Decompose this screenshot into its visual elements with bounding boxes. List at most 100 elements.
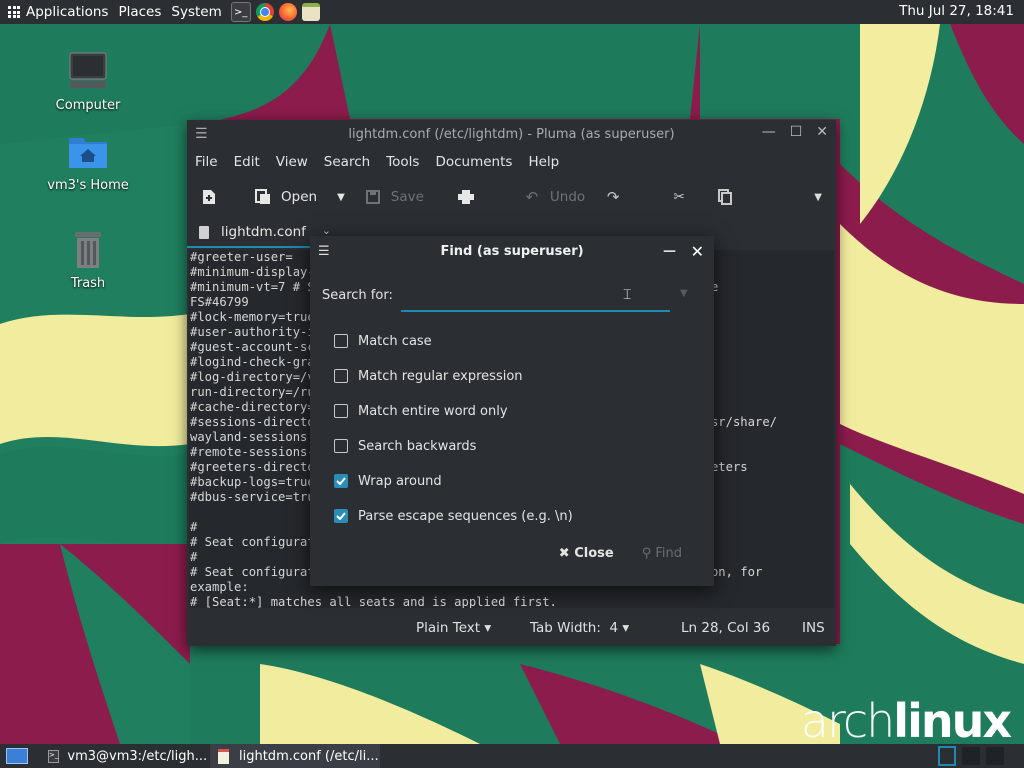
- close-icon[interactable]: ✕: [816, 124, 828, 140]
- close-x-icon: ✖: [558, 546, 570, 561]
- terminal-launcher-icon[interactable]: >_: [230, 2, 251, 22]
- copy-button[interactable]: [717, 189, 743, 205]
- find-button[interactable]: ⚲ Find: [642, 546, 682, 561]
- cut-button[interactable]: ✂: [671, 189, 697, 205]
- option-label: Wrap around: [358, 473, 442, 489]
- menu-search[interactable]: Search: [324, 154, 370, 170]
- workspace-1[interactable]: [938, 744, 956, 768]
- apps-grid-icon[interactable]: [8, 6, 20, 18]
- desktop-icon-computer[interactable]: Computer: [43, 50, 133, 113]
- system-menu[interactable]: System: [171, 4, 221, 20]
- text-editor-icon: [218, 748, 229, 764]
- minimize-icon[interactable]: —: [762, 124, 776, 140]
- cursor-position: Ln 28, Col 36: [681, 620, 771, 636]
- new-document-button[interactable]: [201, 189, 227, 205]
- applications-menu[interactable]: Applications: [26, 4, 108, 20]
- parse-escape-checkbox[interactable]: [334, 509, 348, 523]
- option-label: Match case: [358, 333, 432, 349]
- firefox-launcher-icon[interactable]: [278, 3, 297, 21]
- match-regex-option[interactable]: Match regular expression: [334, 366, 523, 386]
- panel-clock[interactable]: Thu Jul 27, 18:41: [899, 3, 1014, 19]
- parse-escape-option[interactable]: Parse escape sequences (e.g. \n): [334, 506, 573, 526]
- archlinux-logo: archlinux: [800, 694, 1012, 744]
- menubar: File Edit View Search Tools Documents He…: [187, 148, 836, 176]
- menu-documents[interactable]: Documents: [435, 154, 512, 170]
- desktop-icon-trash[interactable]: Trash: [43, 228, 133, 291]
- menu-view[interactable]: View: [276, 154, 308, 170]
- menu-help[interactable]: Help: [528, 154, 559, 170]
- show-desktop-button[interactable]: [6, 744, 28, 768]
- terminal-icon: >_: [48, 749, 60, 763]
- undo-icon: ↶: [525, 188, 539, 206]
- option-label: Match regular expression: [358, 368, 523, 384]
- task-pluma[interactable]: lightdm.conf (/etc/li...: [210, 744, 380, 768]
- save-label: Save: [390, 189, 424, 205]
- redo-icon: ↷: [606, 188, 620, 206]
- redo-button[interactable]: ↷: [605, 188, 631, 206]
- find-dialog: ☰ Find (as superuser) — ✕ Search for: ⌶ …: [310, 236, 714, 586]
- tab-lightdm-conf[interactable]: lightdm.conf ⌄: [187, 218, 331, 248]
- dialog-minimize-icon[interactable]: —: [663, 236, 676, 268]
- editor-line: # [Seat:*] matches all seats and is appl…: [190, 595, 557, 608]
- open-button[interactable]: Open ▼: [255, 189, 345, 205]
- new-document-icon: [201, 189, 217, 205]
- option-label: Search backwards: [358, 438, 477, 454]
- search-row: Search for: ⌶ ▼: [322, 286, 702, 312]
- find-search-icon: ⚲: [641, 546, 652, 561]
- match-case-checkbox[interactable]: [334, 334, 348, 348]
- text-editor-launcher-icon[interactable]: [301, 3, 320, 21]
- tab-width-selector[interactable]: Tab Width: 4 ▾: [530, 620, 629, 636]
- window-menu-icon[interactable]: ☰: [195, 126, 208, 142]
- menu-edit[interactable]: Edit: [234, 154, 260, 170]
- match-regex-checkbox[interactable]: [334, 369, 348, 383]
- print-button[interactable]: [457, 189, 484, 205]
- workspace-icon: [986, 747, 1004, 765]
- menu-tools[interactable]: Tools: [386, 154, 419, 170]
- cut-icon: ✂: [673, 189, 685, 205]
- open-dropdown-icon[interactable]: ▼: [337, 192, 345, 203]
- close-button[interactable]: ✖ Close: [559, 546, 614, 561]
- copy-icon: [717, 189, 733, 205]
- chrome-launcher-icon[interactable]: [255, 3, 274, 21]
- window-titlebar[interactable]: ☰ lightdm.conf (/etc/lightdm) - Pluma (a…: [187, 120, 836, 148]
- wrap-around-checkbox[interactable]: [334, 474, 348, 488]
- language-selector[interactable]: Plain Text ▾: [416, 620, 491, 636]
- dialog-menu-icon[interactable]: ☰: [318, 236, 330, 268]
- toolbar-overflow-icon[interactable]: ▼: [814, 192, 822, 203]
- search-backwards-checkbox[interactable]: [334, 439, 348, 453]
- window-title: lightdm.conf (/etc/lightdm) - Pluma (as …: [348, 126, 675, 142]
- menu-file[interactable]: File: [195, 154, 218, 170]
- workspace-icon: [962, 747, 980, 765]
- trash-icon: [66, 228, 110, 272]
- statusbar: Plain Text ▾ Tab Width: 4 ▾ Ln 28, Col 3…: [187, 610, 836, 646]
- match-entire-word-checkbox[interactable]: [334, 404, 348, 418]
- dialog-close-icon[interactable]: ✕: [691, 236, 704, 268]
- option-label: Parse escape sequences (e.g. \n): [358, 508, 573, 524]
- open-icon: [255, 189, 271, 205]
- print-icon: [457, 189, 474, 205]
- match-case-option[interactable]: Match case: [334, 331, 432, 351]
- open-label: Open: [281, 189, 318, 205]
- search-backwards-option[interactable]: Search backwards: [334, 436, 476, 456]
- home-folder-icon: [66, 130, 110, 174]
- bottom-taskbar: >_ vm3@vm3:/etc/ligh... lightdm.conf (/e…: [0, 744, 1024, 768]
- maximize-icon[interactable]: ☐: [790, 124, 803, 140]
- task-label: lightdm.conf (/etc/li...: [239, 748, 379, 764]
- workspace-icon: [938, 746, 956, 766]
- dialog-titlebar[interactable]: ☰ Find (as superuser) — ✕: [310, 236, 714, 268]
- dialog-title: Find (as superuser): [440, 244, 584, 259]
- task-terminal[interactable]: >_ vm3@vm3:/etc/ligh...: [42, 744, 207, 768]
- workspace-3[interactable]: [986, 744, 1004, 768]
- show-desktop-icon: [6, 748, 28, 764]
- desktop-icon-home[interactable]: vm3's Home: [43, 130, 133, 193]
- match-entire-word-option[interactable]: Match entire word only: [334, 401, 508, 421]
- save-icon: [365, 189, 381, 205]
- task-label: vm3@vm3:/etc/ligh...: [67, 748, 208, 764]
- document-icon: [199, 225, 209, 239]
- search-history-dropdown-icon[interactable]: ▼: [680, 288, 688, 299]
- save-button[interactable]: Save: [365, 189, 424, 205]
- places-menu[interactable]: Places: [118, 4, 161, 20]
- workspace-2[interactable]: [962, 744, 980, 768]
- undo-button[interactable]: ↶ Undo: [524, 188, 586, 206]
- wrap-around-option[interactable]: Wrap around: [334, 471, 442, 491]
